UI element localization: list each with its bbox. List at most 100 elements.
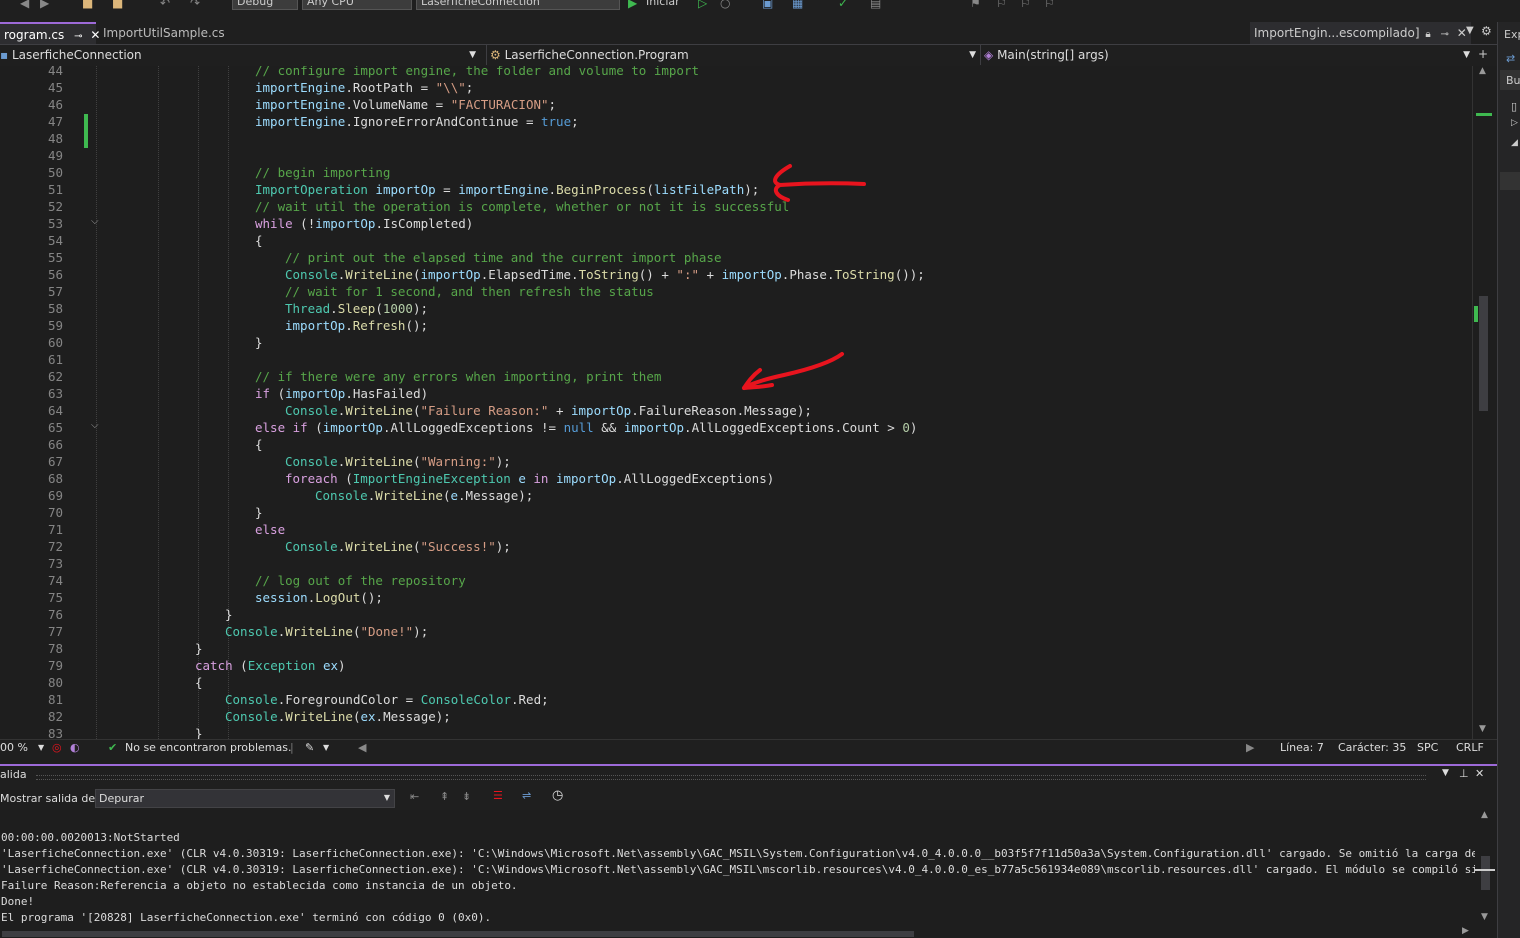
undo-icon[interactable]: ↶ xyxy=(160,0,170,10)
split-icon[interactable]: + xyxy=(1478,47,1488,61)
hscroll-right-icon[interactable]: ▶ xyxy=(1246,741,1254,754)
class-dropdown[interactable]: ⚙ LaserficheConnection.Program ▼ xyxy=(486,45,980,65)
gear-icon[interactable]: ⚙ xyxy=(1481,24,1492,38)
expand-icon[interactable]: ◢ xyxy=(1511,138,1518,148)
expand-icon[interactable]: ▷ xyxy=(1511,118,1518,128)
output-text[interactable]: 00:00:00.0020013:NotStarted 'LaserficheCo… xyxy=(0,810,1475,928)
selected-item[interactable] xyxy=(1500,172,1520,190)
open-folder-icon[interactable]: ■ xyxy=(82,0,93,10)
tab-program-cs[interactable]: rogram.cs ⊸ ✕ xyxy=(0,22,100,44)
code-line[interactable]: if (importOp.HasFailed) xyxy=(255,385,428,402)
editor-vertical-scrollbar[interactable]: ▲ ▼ xyxy=(1472,66,1498,739)
tab-importutilsample[interactable]: ImportUtilSample.cs xyxy=(99,22,229,44)
code-line[interactable]: // log out of the repository xyxy=(255,572,466,589)
start-label[interactable]: Iniciar xyxy=(646,0,680,8)
pin-icon[interactable]: ⊥ xyxy=(1459,767,1469,780)
toolbar-icon-c[interactable]: ▤ xyxy=(870,0,881,10)
code-line[interactable]: // wait util the operation is complete, … xyxy=(255,198,789,215)
back-icon[interactable]: ◀ xyxy=(20,0,29,10)
window-position-icon[interactable]: ▼ xyxy=(1442,768,1449,778)
code-line[interactable]: Console.WriteLine("Failure Reason:" + im… xyxy=(285,402,812,419)
project-dropdown[interactable]: ▪ LaserficheConnection ▼ xyxy=(0,45,480,65)
code-line[interactable]: // configure import engine, the folder a… xyxy=(255,66,699,79)
brush-icon[interactable]: ✎ xyxy=(305,741,314,754)
configuration-select[interactable]: Debug xyxy=(232,0,298,10)
code-line[interactable]: else xyxy=(255,521,285,538)
scroll-up-icon[interactable]: ▲ xyxy=(1481,810,1488,820)
code-line[interactable]: session.LogOut(); xyxy=(255,589,383,606)
code-line[interactable]: Console.WriteLine(ex.Message); xyxy=(225,708,451,725)
scroll-right-icon[interactable]: ▶ xyxy=(1462,926,1469,936)
zoom-level[interactable]: 00 % xyxy=(0,741,28,754)
fold-collapse-icon[interactable]: ⌵ xyxy=(91,420,99,431)
char-indicator[interactable]: Carácter: 35 xyxy=(1338,741,1406,754)
code-line[interactable]: } xyxy=(195,640,203,657)
scroll-up-icon[interactable]: ▲ xyxy=(1479,66,1486,76)
code-line[interactable]: ImportOperation importOp = importEngine.… xyxy=(255,181,759,198)
code-line[interactable]: Console.WriteLine("Done!"); xyxy=(225,623,428,640)
hscroll-left-icon[interactable]: ◀ xyxy=(358,741,366,754)
bookmark-next-icon[interactable]: ⚐ xyxy=(1020,0,1031,10)
problems-status[interactable]: No se encontraron problemas. xyxy=(125,741,291,754)
whitespace-indicator[interactable]: SPC xyxy=(1417,741,1438,754)
tab-list-dropdown-icon[interactable]: ▼ xyxy=(1466,25,1474,36)
output-vertical-scrollbar[interactable]: ▲ ▼ xyxy=(1475,810,1497,928)
redo-icon[interactable]: ↷ xyxy=(190,0,200,10)
explorer-icon[interactable]: ⇄ xyxy=(1506,52,1515,65)
scroll-down-icon[interactable]: ▼ xyxy=(1479,724,1486,734)
code-line[interactable]: } xyxy=(255,334,263,351)
find-message-icon[interactable]: ⇤ xyxy=(410,790,419,803)
code-line[interactable]: else if (importOp.AllLoggedExceptions !=… xyxy=(255,419,917,436)
save-all-icon[interactable]: ■ xyxy=(112,0,123,10)
code-line[interactable]: } xyxy=(195,725,203,739)
code-line[interactable]: importEngine.RootPath = "\\"; xyxy=(255,79,473,96)
code-line[interactable]: importEngine.IgnoreErrorAndContinue = tr… xyxy=(255,113,579,130)
pin-icon[interactable]: ⊸ xyxy=(1441,29,1449,40)
start-icon[interactable]: ▶ xyxy=(628,0,637,10)
chevron-down-icon[interactable]: ▼ xyxy=(323,743,329,752)
word-wrap-icon[interactable]: ⇌ xyxy=(522,789,531,802)
pin-icon[interactable]: ⊸ xyxy=(74,31,82,42)
code-line[interactable]: foreach (ImportEngineException e in impo… xyxy=(285,470,774,487)
code-line[interactable]: Console.WriteLine(e.Message); xyxy=(315,487,533,504)
code-line[interactable]: { xyxy=(255,436,263,453)
code-line[interactable]: catch (Exception ex) xyxy=(195,657,346,674)
code-line[interactable]: while (!importOp.IsCompleted) xyxy=(255,215,473,232)
code-line[interactable]: Console.WriteLine("Success!"); xyxy=(285,538,511,555)
output-horizontal-scrollbar[interactable]: ▶ xyxy=(0,926,1497,938)
startup-project-select[interactable]: LaserficheConnection xyxy=(416,0,620,10)
scroll-thumb[interactable] xyxy=(2,931,914,937)
code-line[interactable]: // if there were any errors when importi… xyxy=(255,368,661,385)
platform-select[interactable]: Any CPU xyxy=(302,0,412,10)
clear-all-icon[interactable]: ☰ xyxy=(493,789,503,802)
code-line[interactable]: // wait for 1 second, and then refresh t… xyxy=(285,283,654,300)
code-line[interactable]: Thread.Sleep(1000); xyxy=(285,300,428,317)
line-ending-indicator[interactable]: CRLF xyxy=(1456,741,1484,754)
line-indicator[interactable]: Línea: 7 xyxy=(1280,741,1324,754)
code-line[interactable]: { xyxy=(255,232,263,249)
code-line[interactable]: } xyxy=(225,606,233,623)
search-box[interactable]: Bu xyxy=(1500,70,1520,90)
code-line[interactable]: importEngine.VolumeName = "FACTURACION"; xyxy=(255,96,556,113)
code-line[interactable]: } xyxy=(255,504,263,521)
forward-icon[interactable]: ▶ xyxy=(40,0,49,10)
code-line[interactable]: Console.ForegroundColor = ConsoleColor.R… xyxy=(225,691,549,708)
member-dropdown[interactable]: ◈ Main(string[] args) ▼ xyxy=(980,45,1474,65)
code-line[interactable]: { xyxy=(195,674,203,691)
tab-importengine-decompiled[interactable]: ImportEngin...escompilado] 🔒︎ ⊸ ✕ xyxy=(1250,22,1471,44)
start-without-debug-icon[interactable]: ▷ xyxy=(698,0,707,10)
toolbar-icon-b[interactable]: ▦ xyxy=(792,0,803,10)
bookmark-clear-icon[interactable]: ⚐ xyxy=(1044,0,1055,10)
code-line[interactable]: importOp.Refresh(); xyxy=(285,317,428,334)
copilot-icon[interactable]: ◎ xyxy=(52,741,62,754)
close-icon[interactable]: ✕ xyxy=(1475,767,1484,780)
code-line[interactable]: // print out the elapsed time and the cu… xyxy=(285,249,722,266)
toolbar-icon-a[interactable]: ▣ xyxy=(762,0,773,10)
code-line[interactable]: // begin importing xyxy=(255,164,390,181)
next-message-icon[interactable]: ⇟ xyxy=(462,790,471,803)
check-icon[interactable]: ✓ xyxy=(838,0,848,10)
scroll-thumb[interactable] xyxy=(1479,296,1488,411)
bookmark-prev-icon[interactable]: ⚐ xyxy=(996,0,1007,10)
intellicode-icon[interactable]: ◐ xyxy=(70,741,80,754)
zoom-dropdown-icon[interactable]: ▼ xyxy=(38,743,44,752)
